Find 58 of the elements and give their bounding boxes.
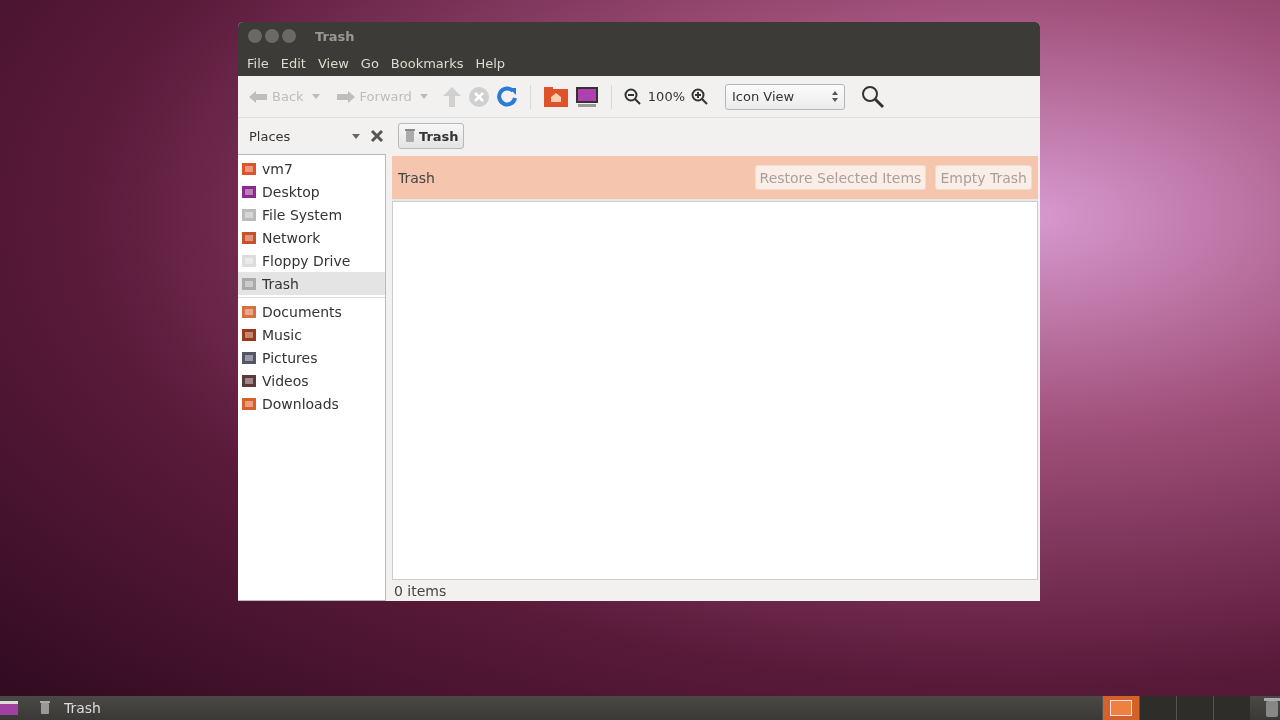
status-text: 0 items: [394, 582, 447, 599]
zoom-in-icon[interactable]: [691, 87, 709, 106]
videos-folder-icon: [242, 374, 256, 387]
menu-item[interactable]: Go: [354, 55, 385, 71]
workspace-switcher-cell[interactable]: [1102, 696, 1139, 720]
trash-icon: [405, 129, 415, 143]
menu-item[interactable]: Bookmarks: [384, 55, 470, 71]
downloads-folder-icon: [242, 397, 256, 410]
zoom-out-icon[interactable]: [623, 87, 642, 106]
sidebar-item[interactable]: Documents: [238, 300, 385, 323]
reload-icon[interactable]: [495, 85, 518, 108]
sidebar-item[interactable]: Trash: [238, 272, 385, 295]
workspace-switcher-cell[interactable]: [1176, 696, 1213, 720]
trash-icon: [242, 277, 256, 290]
view-select[interactable]: Icon View: [725, 83, 845, 110]
search-icon[interactable]: [861, 84, 885, 109]
sidebar-item[interactable]: Network: [238, 226, 385, 249]
home-folder-icon[interactable]: [542, 85, 569, 108]
sidebar-item[interactable]: Pictures: [238, 346, 385, 369]
menu-item[interactable]: File: [241, 55, 275, 71]
close-button[interactable]: [248, 29, 262, 43]
path-button[interactable]: Trash: [398, 123, 464, 149]
desktop-icon: [242, 185, 256, 198]
sidebar-title[interactable]: Places: [249, 128, 342, 144]
menu-item[interactable]: Help: [469, 55, 512, 71]
window-title: Trash: [315, 28, 355, 44]
sidebar-item[interactable]: Floppy Drive: [238, 249, 385, 272]
minimize-button[interactable]: [265, 29, 279, 43]
documents-folder-icon: [242, 305, 256, 318]
drive-icon: [242, 208, 256, 221]
music-folder-icon: [242, 328, 256, 341]
network-icon: [242, 231, 256, 244]
trash-icon[interactable]: [1264, 698, 1280, 718]
pictures-folder-icon: [242, 351, 256, 364]
maximize-button[interactable]: [282, 29, 296, 43]
floppy-icon: [242, 254, 256, 267]
sidebar-item[interactable]: Videos: [238, 369, 385, 392]
right-arrow-icon: [335, 89, 356, 104]
left-arrow-icon: [248, 89, 268, 104]
zoom-level: 100%: [647, 89, 685, 104]
computer-monitor-icon[interactable]: [574, 85, 599, 108]
show-desktop-icon[interactable]: [0, 701, 18, 715]
sidebar-item[interactable]: Downloads: [238, 392, 385, 415]
sidebar-item[interactable]: vm7: [238, 157, 385, 180]
menu-item[interactable]: Edit: [274, 55, 312, 71]
trash-icon: [40, 701, 50, 715]
dropdown-arrow-icon[interactable]: [352, 133, 360, 139]
close-icon[interactable]: [370, 129, 384, 143]
home-folder-icon: [242, 162, 256, 175]
taskbar-item[interactable]: Trash: [40, 700, 101, 716]
sidebar-item[interactable]: File System: [238, 203, 385, 226]
menu-item[interactable]: View: [311, 55, 355, 71]
spinner-arrows-icon: [832, 91, 838, 102]
workspace-switcher-cell[interactable]: [1139, 696, 1176, 720]
workspace-switcher-cell[interactable]: [1213, 696, 1250, 720]
sidebar-item[interactable]: Desktop: [238, 180, 385, 203]
sidebar-item[interactable]: Music: [238, 323, 385, 346]
info-bar-label: Trash: [398, 169, 435, 186]
